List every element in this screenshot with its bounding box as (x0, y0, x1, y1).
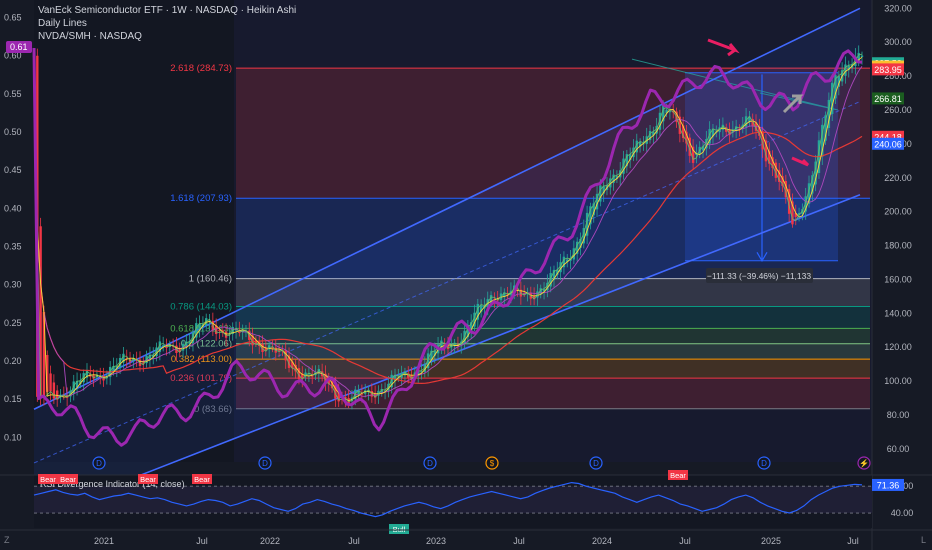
fib-label: 0.786 (144.03) (170, 301, 232, 312)
measure-label: −111.33 (−39.46%) −11,133 (707, 271, 811, 281)
ratio-tick-label: 0.25 (4, 318, 22, 328)
candle-body (49, 373, 52, 392)
price-tick-label: 260.00 (884, 105, 912, 115)
event-label: D (761, 459, 767, 468)
ratio-tick-label: 0.30 (4, 280, 22, 290)
price-tick-label: 220.00 (884, 173, 912, 183)
price-tick-label: 200.00 (884, 207, 912, 217)
price-tick-label: 300.00 (884, 37, 912, 47)
indicator-name: Daily Lines (38, 18, 87, 29)
ratio-tick-label: 0.15 (4, 394, 22, 404)
price-tick-label: 140.00 (884, 308, 912, 318)
price-tick-label: 180.00 (884, 241, 912, 251)
time-tick-label: 2024 (592, 536, 612, 546)
ratio-symbol: NVDA/SMH · NASDAQ (38, 31, 142, 42)
time-tick-label: 2025 (761, 536, 781, 546)
fib-label: 2.618 (284.73) (170, 63, 232, 74)
time-tick-label: 2021 (94, 536, 114, 546)
rsi-bear-label: Bear (194, 475, 210, 484)
price-tick-label: 160.00 (884, 274, 912, 284)
event-label: $ (490, 459, 495, 468)
time-tick-label: Jul (348, 536, 360, 546)
time-tick-label: 2023 (426, 536, 446, 546)
rsi-bear-label: Bear (670, 471, 686, 480)
price-tick-label: 100.00 (884, 376, 912, 386)
price-tick-label: 320.00 (884, 3, 912, 13)
rsi-bear-label: Bear (140, 475, 156, 484)
chart-canvas[interactable]: 2.618 (284.73) 1.618 (207.93) 1 (160.46) 0.… (0, 0, 932, 550)
time-tick-label: Jul (196, 536, 208, 546)
log-scale-tag[interactable]: L (921, 535, 926, 545)
ratio-tick-label: 0.65 (4, 12, 22, 22)
price-tick-label: 60.00 (887, 444, 910, 454)
event-label: D (96, 459, 102, 468)
fib-label: 1.618 (207.93) (170, 193, 232, 204)
candle-body (860, 55, 864, 58)
ratio-tick-label: 0.20 (4, 356, 22, 366)
ratio-tick-label: 0.35 (4, 241, 22, 251)
chart-legend: VanEck Semiconductor ETF · 1W · NASDAQ ·… (38, 4, 296, 43)
rsi-tick-label: 40.00 (891, 508, 914, 518)
time-tick-label: 2022 (260, 536, 280, 546)
event-label: D (593, 459, 599, 468)
ratio-tick-label: 0.10 (4, 432, 22, 442)
price-badge: 240.06 (874, 139, 902, 149)
price-badge: 283.95 (874, 65, 902, 75)
ratio-tick-label: 0.50 (4, 127, 22, 137)
time-tick-label: Jul (679, 536, 691, 546)
price-badge: 266.81 (874, 94, 902, 104)
chart-title: VanEck Semiconductor ETF · 1W · NASDAQ ·… (38, 5, 297, 16)
event-label: D (262, 459, 268, 468)
event-label: D (427, 459, 433, 468)
time-tick-label: Jul (513, 536, 525, 546)
rsi-bear-label: Bear (40, 475, 56, 484)
timezone-tag[interactable]: Z (4, 535, 10, 545)
price-tick-label: 120.00 (884, 342, 912, 352)
fib-label: 1 (160.46) (189, 274, 232, 285)
ratio-tick-label: 0.55 (4, 89, 22, 99)
time-tick-label: Jul (847, 536, 859, 546)
ratio-tick-label: 0.45 (4, 165, 22, 175)
candle-body (844, 64, 847, 76)
candle-body (357, 391, 360, 395)
candle-body (668, 111, 672, 113)
ratio-value-badge: 0.61 (6, 41, 32, 53)
ratio-tick-label: 0.40 (4, 203, 22, 213)
event-label: ⚡ (859, 458, 869, 468)
rsi-band (34, 486, 872, 514)
price-tick-label: 80.00 (887, 410, 910, 420)
rsi-badge: 71.36 (877, 480, 900, 490)
rsi-bear-label: Bear (60, 475, 76, 484)
